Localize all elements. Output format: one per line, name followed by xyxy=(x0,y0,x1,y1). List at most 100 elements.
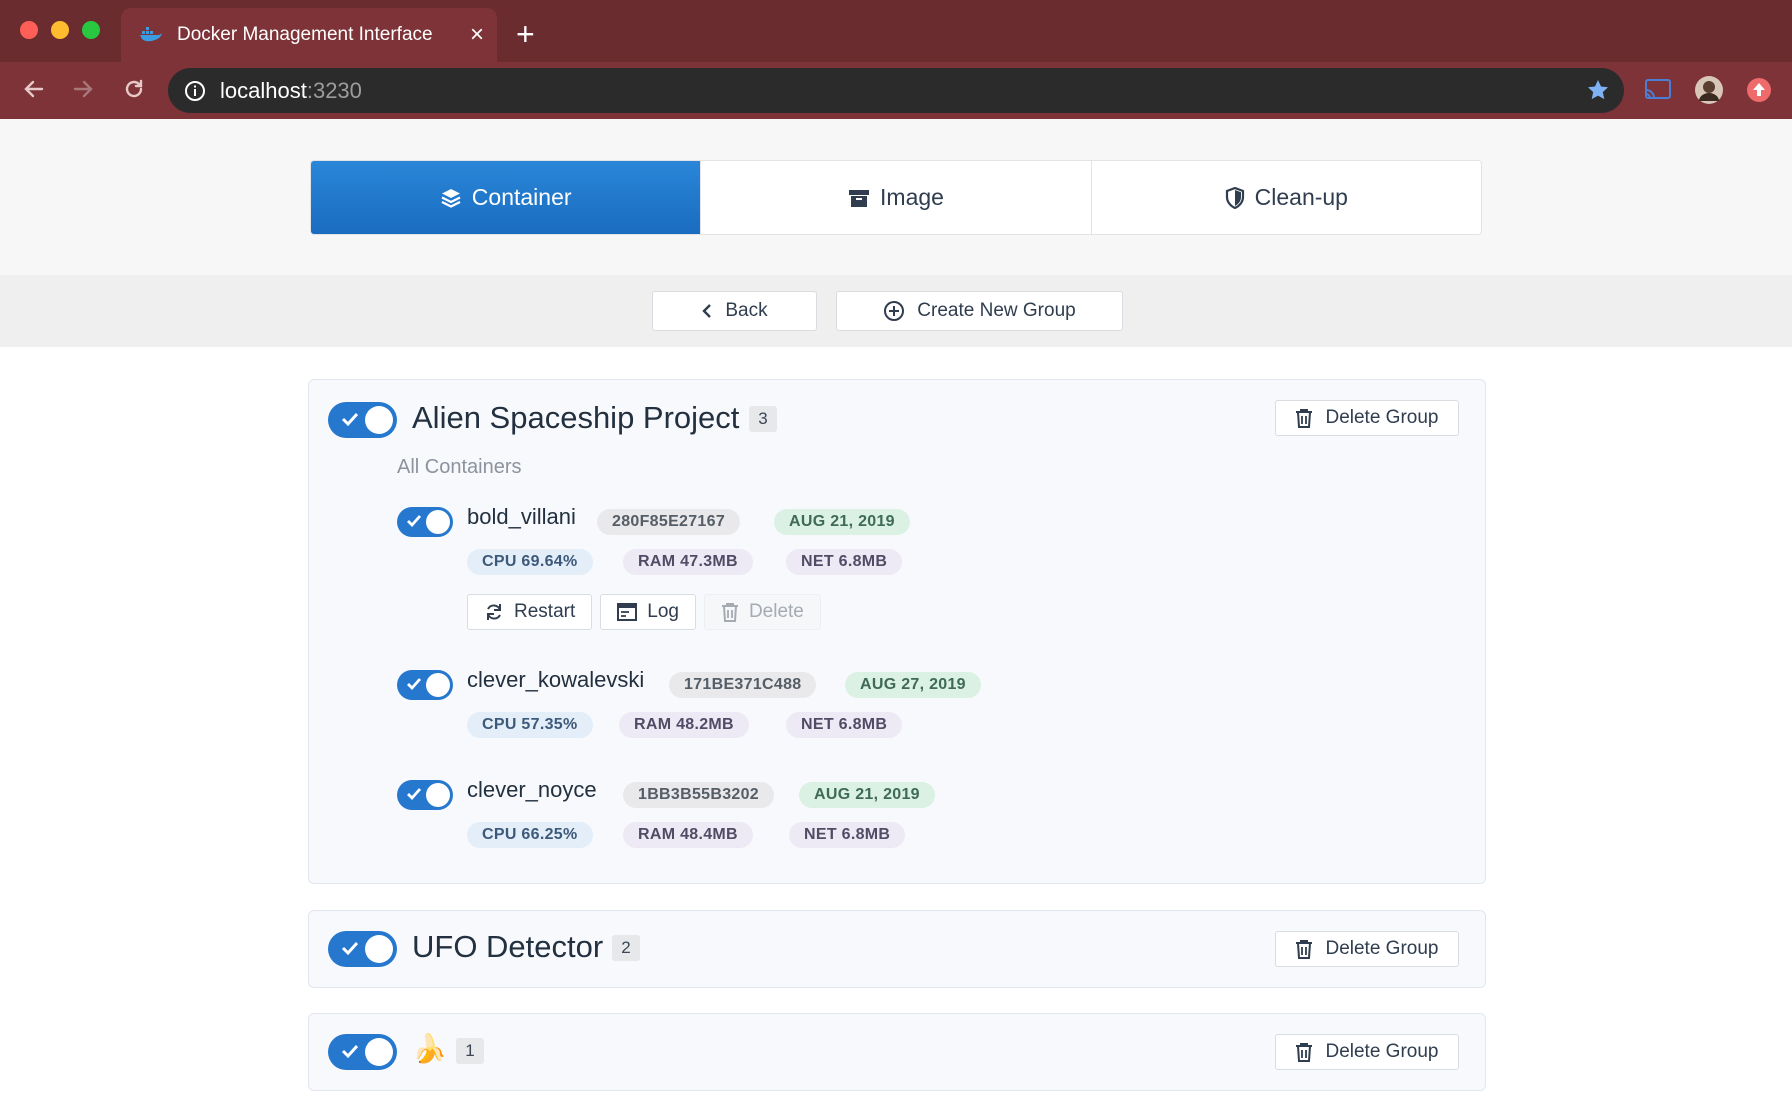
tab-container-label: Container xyxy=(471,184,572,210)
back-button[interactable]: Back xyxy=(652,291,817,331)
container-toggle[interactable] xyxy=(397,507,453,537)
group-count-badge: 1 xyxy=(456,1038,484,1064)
trash-icon xyxy=(1296,940,1313,959)
container-name: clever_noyce xyxy=(467,777,597,802)
log-label: Log xyxy=(647,601,679,622)
extension-icon[interactable] xyxy=(1743,74,1775,106)
refresh-icon xyxy=(487,604,501,620)
container-date-tag: AUG 21, 2019 xyxy=(774,509,910,535)
cpu-tag: CPU 69.64% xyxy=(467,549,593,575)
ram-tag: RAM 48.4MB xyxy=(623,822,753,848)
window-zoom-button[interactable] xyxy=(82,21,100,39)
window-minimize-button[interactable] xyxy=(51,21,69,39)
ram-tag: RAM 47.3MB xyxy=(623,549,753,575)
group-card: UFO Detector 2 Delete Group xyxy=(308,910,1486,988)
container-id-tag: 280F85E27167 xyxy=(597,509,741,535)
reload-icon[interactable] xyxy=(117,72,151,106)
tab-close-icon[interactable]: × xyxy=(457,23,497,47)
group-title: 🍌 xyxy=(412,1033,447,1064)
container-date-tag: AUG 27, 2019 xyxy=(845,672,981,698)
tab-clean-up[interactable]: Clean-up xyxy=(1092,161,1481,234)
plus-circle-icon xyxy=(884,301,905,321)
toggle-knob xyxy=(426,783,450,807)
check-icon xyxy=(341,1044,359,1059)
create-new-group-button[interactable]: Create New Group xyxy=(836,291,1123,331)
restart-button[interactable]: Restart xyxy=(467,594,593,630)
cast-icon[interactable] xyxy=(1642,74,1674,106)
delete-group-label: Delete Group xyxy=(1325,407,1439,428)
toggle-knob xyxy=(426,510,450,534)
url-host: localhost xyxy=(220,77,307,103)
address-bar[interactable]: localhost:3230 xyxy=(168,68,1624,113)
tab-image[interactable]: Image xyxy=(701,161,1092,234)
toggle-knob xyxy=(365,935,393,963)
container-id-tag: 171BE371C488 xyxy=(669,672,817,698)
delete-group-button[interactable]: Delete Group xyxy=(1275,400,1459,436)
ram-tag: RAM 48.2MB xyxy=(619,712,749,738)
tab-title: Docker Management Interface xyxy=(177,24,433,45)
net-tag: NET 6.8MB xyxy=(786,549,903,575)
log-button[interactable]: Log xyxy=(600,594,696,630)
check-icon xyxy=(341,941,359,956)
site-info-icon[interactable] xyxy=(184,80,206,102)
container-toggle[interactable] xyxy=(397,780,453,810)
browser-chrome: Docker Management Interface × + localhos… xyxy=(0,0,1792,119)
delete-group-button[interactable]: Delete Group xyxy=(1275,931,1459,967)
container-id-tag: 1BB3B55B3202 xyxy=(623,782,775,808)
back-button-label: Back xyxy=(725,300,768,321)
window-close-button[interactable] xyxy=(20,21,38,39)
browser-toolbar: localhost:3230 xyxy=(0,62,1792,119)
container-name: clever_kowalevski xyxy=(467,667,645,692)
toggle-knob xyxy=(426,673,450,697)
layers-icon xyxy=(441,188,461,208)
container-name: bold_villani xyxy=(467,504,576,529)
terminal-window-icon xyxy=(617,603,638,621)
profile-avatar[interactable] xyxy=(1693,74,1725,106)
trash-icon xyxy=(1296,409,1313,428)
net-tag: NET 6.8MB xyxy=(786,712,903,738)
action-bar: Back Create New Group xyxy=(0,275,1792,347)
group-title: Alien Spaceship Project xyxy=(412,400,740,435)
docker-favicon-icon xyxy=(140,27,162,42)
group-card: 🍌 1 Delete Group xyxy=(308,1013,1486,1091)
tab-container[interactable]: Container xyxy=(311,161,702,234)
group-count-badge: 3 xyxy=(749,406,777,432)
check-icon xyxy=(341,412,359,427)
group-toggle[interactable] xyxy=(328,931,397,967)
cpu-tag: CPU 57.35% xyxy=(467,712,593,738)
trash-icon xyxy=(721,603,738,622)
archive-icon xyxy=(849,189,870,207)
container-actions: Restart Log Delete xyxy=(467,594,821,630)
group-toggle[interactable] xyxy=(328,1034,397,1070)
restart-label: Restart xyxy=(514,601,576,622)
bookmark-star-icon[interactable] xyxy=(1586,78,1610,102)
forward-arrow-icon[interactable] xyxy=(66,72,100,106)
back-arrow-icon[interactable] xyxy=(17,72,51,106)
main-nav: Container Image Clean-up xyxy=(310,160,1482,235)
create-group-label: Create New Group xyxy=(917,300,1076,321)
browser-tab[interactable]: Docker Management Interface × xyxy=(121,8,497,62)
check-icon xyxy=(407,515,422,528)
delete-group-button[interactable]: Delete Group xyxy=(1275,1034,1459,1070)
container-date-tag: AUG 21, 2019 xyxy=(799,782,935,808)
group-toggle[interactable] xyxy=(328,402,397,438)
group-title: UFO Detector xyxy=(412,929,604,964)
app-page: Container Image Clean-up Back Create New… xyxy=(0,119,1792,1104)
new-tab-button[interactable]: + xyxy=(516,14,535,54)
net-tag: NET 6.8MB xyxy=(789,822,906,848)
container-row: clever_noyce 1BB3B55B3202 AUG 21, 2019 C… xyxy=(397,777,1197,848)
tab-clean-up-label: Clean-up xyxy=(1254,184,1348,210)
trash-icon xyxy=(1296,1043,1313,1062)
check-icon xyxy=(407,788,422,801)
group-count-badge: 2 xyxy=(612,935,640,961)
container-row: bold_villani 280F85E27167 AUG 21, 2019 C… xyxy=(397,504,1197,630)
header-band: Container Image Clean-up xyxy=(0,119,1792,275)
delete-group-label: Delete Group xyxy=(1325,1041,1439,1062)
group-card: Alien Spaceship Project 3 Delete Group A… xyxy=(308,379,1486,884)
delete-container-button[interactable]: Delete xyxy=(703,594,821,630)
delete-label: Delete xyxy=(748,601,804,622)
container-toggle[interactable] xyxy=(397,670,453,700)
delete-group-label: Delete Group xyxy=(1325,938,1439,959)
container-row: clever_kowalevski 171BE371C488 AUG 27, 2… xyxy=(397,667,1197,738)
toggle-knob xyxy=(365,1038,393,1066)
